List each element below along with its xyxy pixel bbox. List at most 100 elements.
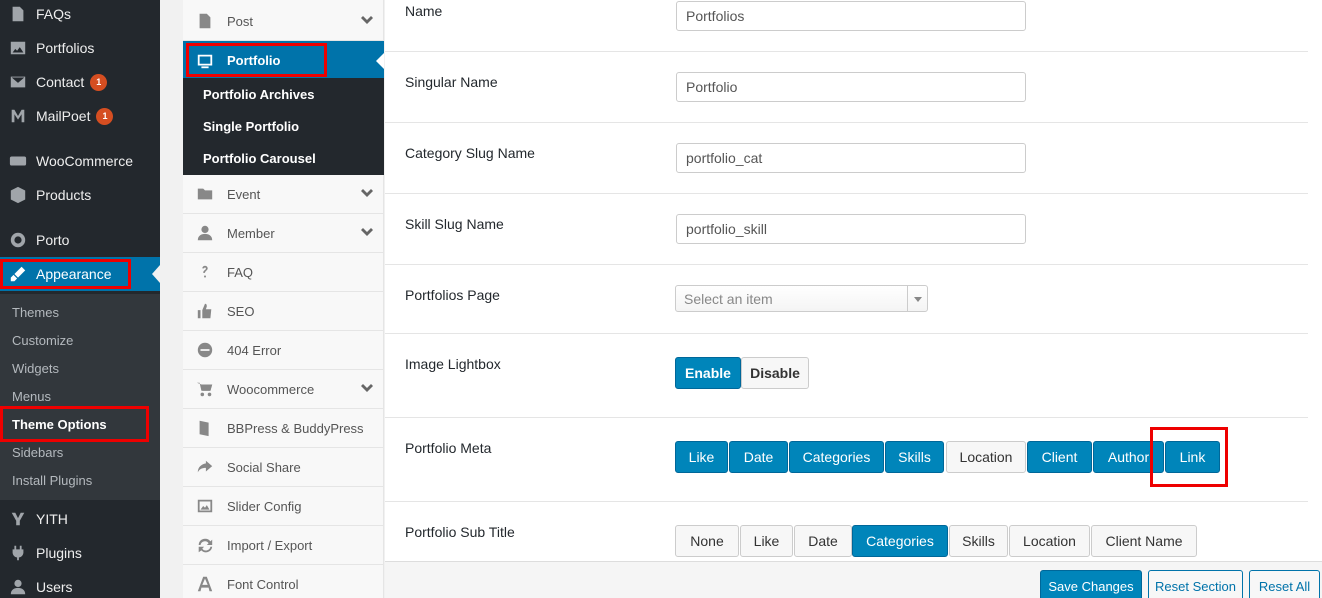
- submenu-widgets[interactable]: Widgets: [12, 361, 59, 376]
- select-placeholder: Select an item: [684, 290, 773, 307]
- meta-author-button[interactable]: Author: [1093, 441, 1164, 473]
- field-label: Portfolio Sub Title: [405, 524, 515, 540]
- field-label: Portfolios Page: [405, 287, 500, 303]
- sidebar-item-mailpoet[interactable]: MailPoet 1: [0, 99, 160, 133]
- thumbs-up-icon: [183, 302, 227, 320]
- options-nav: Post Portfolio Portfolio Archives Single…: [183, 0, 384, 598]
- field-label: Singular Name: [405, 74, 498, 90]
- nav-item-faq[interactable]: FAQ: [183, 253, 384, 292]
- subtitle-skills-button[interactable]: Skills: [949, 525, 1008, 557]
- nav-sub-portfolio-carousel[interactable]: Portfolio Carousel: [203, 151, 316, 166]
- save-changes-button[interactable]: Save Changes: [1040, 570, 1142, 598]
- sidebar-item-contact[interactable]: Contact 1: [0, 65, 160, 99]
- nav-item-bbpress[interactable]: BBPress & BuddyPress: [183, 409, 384, 448]
- meta-like-button[interactable]: Like: [675, 441, 728, 473]
- monitor-icon: [183, 52, 227, 70]
- sidebar-item-woocommerce[interactable]: WooCommerce: [0, 144, 160, 178]
- sidebar-item-appearance[interactable]: Appearance: [0, 257, 160, 291]
- name-input[interactable]: [676, 1, 1026, 31]
- field-portfolios-page-row: Portfolios Page Select an item: [385, 265, 1308, 334]
- field-lightbox-row: Image Lightbox Enable Disable: [385, 334, 1308, 418]
- portfolios-page-select[interactable]: Select an item: [675, 285, 928, 312]
- sidebar-item-users[interactable]: Users: [0, 570, 160, 598]
- woo-icon: [0, 152, 36, 170]
- meta-client-button[interactable]: Client: [1027, 441, 1092, 473]
- nav-item-woocommerce[interactable]: Woocommerce: [183, 370, 384, 409]
- nav-item-member[interactable]: Member: [183, 214, 384, 253]
- reset-all-button[interactable]: Reset All: [1249, 570, 1320, 598]
- sidebar-item-products[interactable]: Products: [0, 178, 160, 212]
- chevron-down-icon: [360, 14, 374, 31]
- mail-icon: [0, 73, 36, 91]
- nav-item-404-error[interactable]: 404 Error: [183, 331, 384, 370]
- appearance-submenu: Themes Customize Widgets Menus Theme Opt…: [0, 294, 160, 500]
- question-icon: [183, 263, 227, 281]
- field-name-row: Name: [385, 0, 1308, 52]
- meta-date-button[interactable]: Date: [729, 441, 788, 473]
- nav-item-font-control[interactable]: Font Control: [183, 565, 384, 598]
- submenu-themes[interactable]: Themes: [12, 305, 59, 320]
- box-icon: [0, 186, 36, 204]
- minus-circle-icon: [183, 341, 227, 359]
- subtitle-date-button[interactable]: Date: [794, 525, 852, 557]
- nav-item-post[interactable]: Post: [183, 2, 384, 41]
- lightbox-enable-button[interactable]: Enable: [675, 357, 741, 389]
- nav-item-seo[interactable]: SEO: [183, 292, 384, 331]
- subtitle-none-button[interactable]: None: [675, 525, 739, 557]
- meta-categories-button[interactable]: Categories: [789, 441, 884, 473]
- chevron-down-icon: [360, 187, 374, 204]
- sidebar-item-plugins[interactable]: Plugins: [0, 536, 160, 570]
- lightbox-disable-button[interactable]: Disable: [741, 357, 809, 389]
- person-icon: [183, 224, 227, 242]
- subtitle-location-button[interactable]: Location: [1009, 525, 1090, 557]
- field-category-slug-row: Category Slug Name: [385, 123, 1308, 194]
- plug-icon: [0, 544, 36, 562]
- meta-skills-button[interactable]: Skills: [885, 441, 944, 473]
- sidebar-item-portfolios[interactable]: Portfolios: [0, 31, 160, 65]
- nav-item-slider-config[interactable]: Slider Config: [183, 487, 384, 526]
- submenu-sidebars[interactable]: Sidebars: [12, 445, 63, 460]
- singular-name-input[interactable]: [676, 72, 1026, 102]
- user-icon: [0, 578, 36, 596]
- submenu-install-plugins[interactable]: Install Plugins: [12, 473, 92, 488]
- sidebar-item-porto[interactable]: Porto: [0, 223, 160, 257]
- category-slug-input[interactable]: [676, 143, 1026, 173]
- book-icon: [183, 419, 227, 437]
- field-label: Image Lightbox: [405, 356, 501, 372]
- mailpoet-icon: [0, 107, 36, 125]
- nav-item-event[interactable]: Event: [183, 175, 384, 214]
- refresh-icon: [183, 536, 227, 554]
- nav-sub-single-portfolio[interactable]: Single Portfolio: [203, 119, 299, 134]
- nav-sub-portfolio-archives[interactable]: Portfolio Archives: [203, 87, 314, 102]
- picture-icon: [183, 497, 227, 515]
- image-icon: [0, 39, 36, 57]
- meta-link-button[interactable]: Link: [1165, 441, 1220, 473]
- field-skill-slug-row: Skill Slug Name: [385, 194, 1308, 265]
- field-label: Category Slug Name: [405, 145, 535, 161]
- reset-section-button[interactable]: Reset Section: [1148, 570, 1243, 598]
- meta-location-button[interactable]: Location: [946, 441, 1026, 473]
- submenu-menus[interactable]: Menus: [12, 389, 51, 404]
- field-meta-row: Portfolio Meta Like Date Categories Skil…: [385, 418, 1308, 502]
- notification-badge: 1: [90, 73, 108, 91]
- font-icon: [183, 575, 227, 593]
- nav-item-social-share[interactable]: Social Share: [183, 448, 384, 487]
- skill-slug-input[interactable]: [676, 214, 1026, 244]
- subtitle-client-name-button[interactable]: Client Name: [1091, 525, 1197, 557]
- admin-sidebar: FAQs Portfolios Contact 1 MailPoet 1 Woo…: [0, 0, 160, 598]
- chevron-down-icon: [360, 226, 374, 243]
- chevron-down-icon: [360, 382, 374, 399]
- submenu-customize[interactable]: Customize: [12, 333, 73, 348]
- nav-item-portfolio[interactable]: Portfolio: [183, 41, 384, 80]
- field-singular-row: Singular Name: [385, 52, 1308, 123]
- submenu-theme-options[interactable]: Theme Options: [12, 417, 107, 432]
- subtitle-like-button[interactable]: Like: [740, 525, 793, 557]
- cart-icon: [183, 380, 227, 398]
- nav-item-import-export[interactable]: Import / Export: [183, 526, 384, 565]
- dropdown-arrow-icon: [907, 286, 927, 311]
- subtitle-categories-button[interactable]: Categories: [852, 525, 948, 557]
- sidebar-item-faqs[interactable]: FAQs: [0, 0, 160, 31]
- field-label: Skill Slug Name: [405, 216, 504, 232]
- sidebar-item-yith[interactable]: YITH: [0, 502, 160, 536]
- field-label: Name: [405, 3, 443, 19]
